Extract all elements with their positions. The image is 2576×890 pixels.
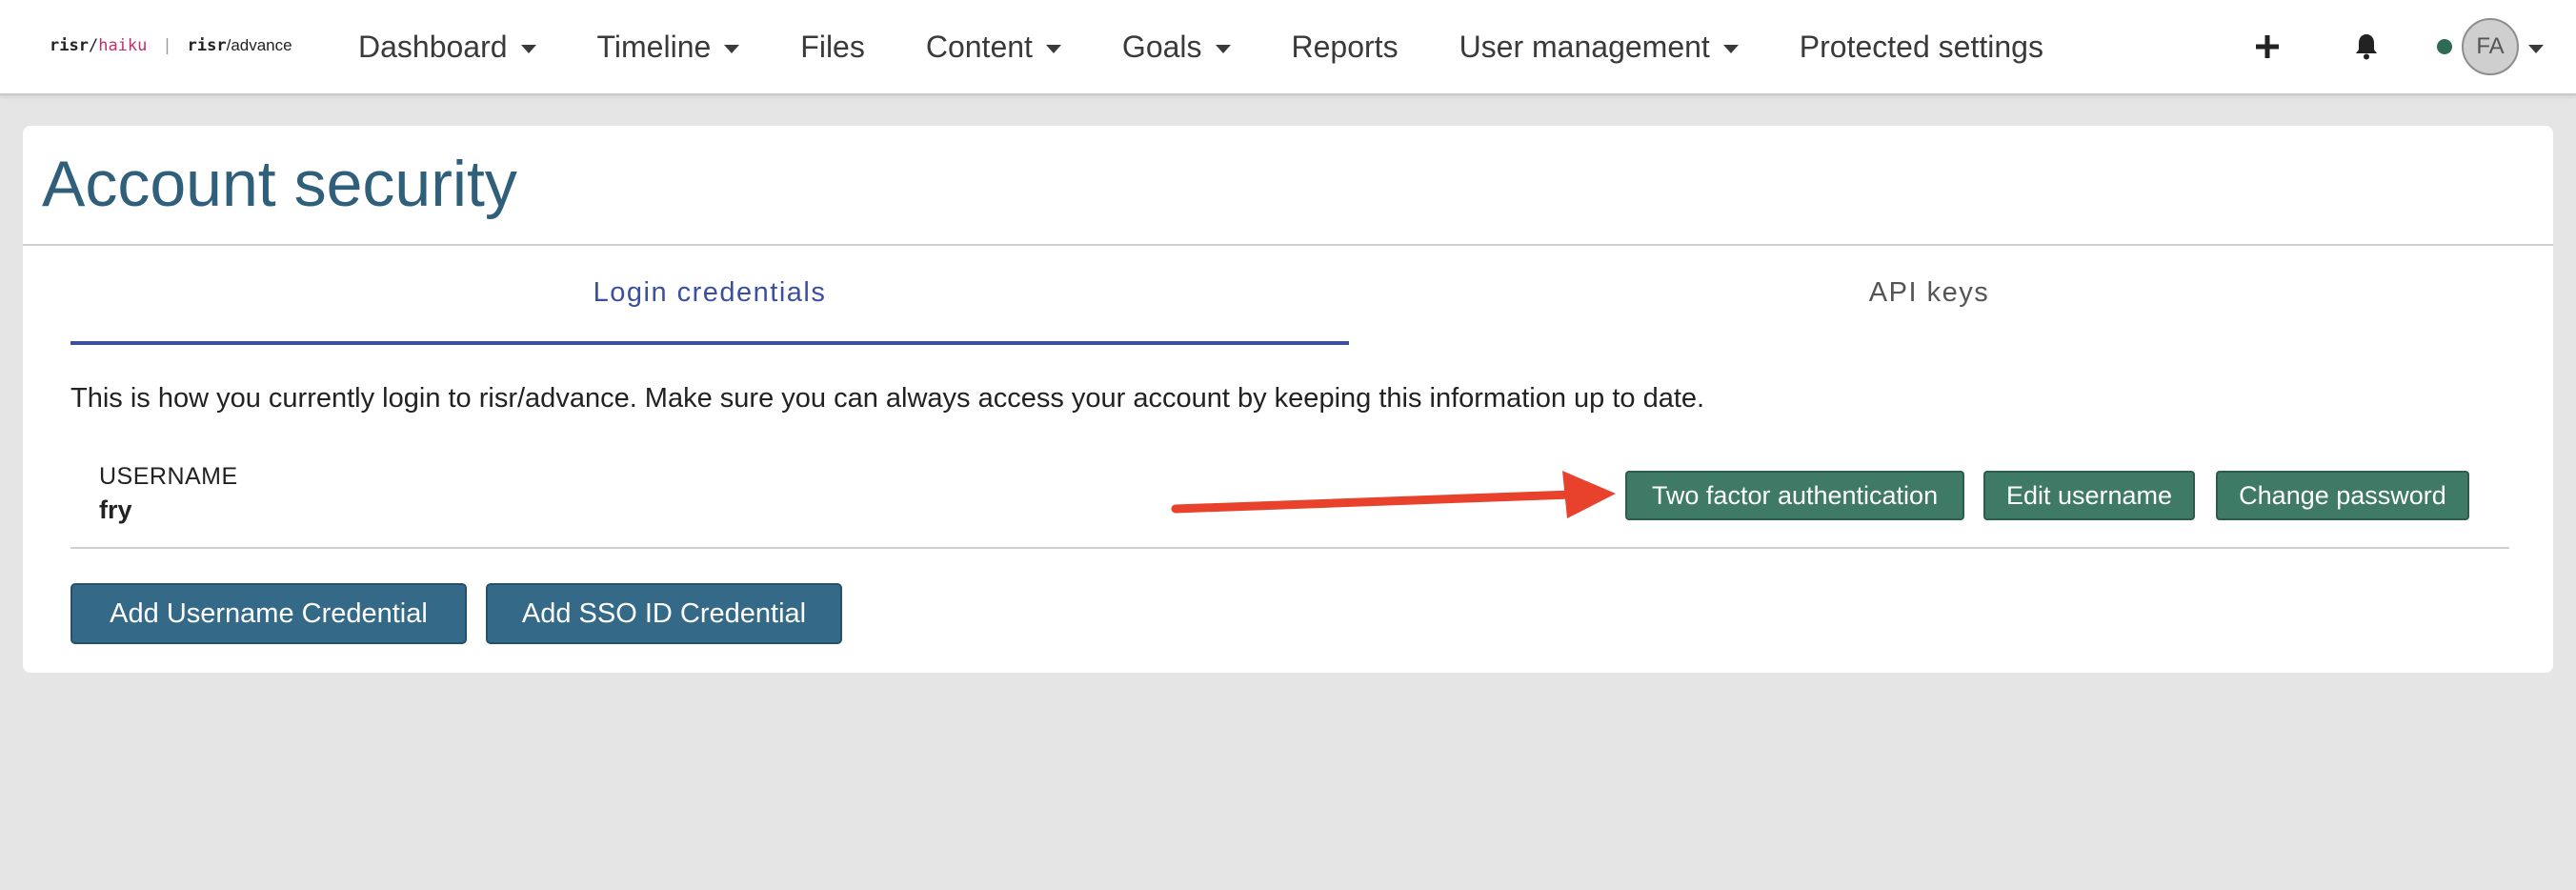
nav-protected-settings[interactable]: Protected settings	[1800, 30, 2043, 65]
credential-label: USERNAME	[99, 463, 238, 490]
caret-down-icon	[724, 44, 740, 53]
logo-risr-1: risr	[50, 36, 89, 55]
page-title: Account security	[42, 148, 517, 220]
nav-label: Reports	[1291, 29, 1399, 64]
nav-label: Goals	[1121, 29, 1202, 64]
nav-user-management[interactable]: User management	[1459, 30, 1739, 65]
bell-icon	[2356, 34, 2377, 60]
add-username-credential-button[interactable]: Add Username Credential	[70, 583, 467, 644]
nav-reports[interactable]: Reports	[1292, 30, 1399, 65]
main-nav: Dashboard Timeline Files Content Goals R…	[358, 0, 2104, 93]
card-header: Account security	[23, 126, 2553, 246]
avatar[interactable]: FA	[2462, 18, 2519, 75]
logo[interactable]: risr / haiku | risr/advance	[50, 32, 292, 59]
logo-slash-1: /	[88, 36, 99, 55]
add-sso-id-credential-button[interactable]: Add SSO ID Credential	[486, 583, 842, 644]
plus-icon	[2256, 35, 2279, 58]
credential-value: fry	[99, 496, 132, 524]
online-status-dot	[2437, 39, 2452, 54]
nav-label: Timeline	[596, 29, 712, 64]
caret-down-icon[interactable]	[2528, 44, 2544, 53]
logo-risr-2: risr	[187, 36, 227, 55]
notifications-button[interactable]	[2347, 0, 2385, 93]
nav-timeline[interactable]: Timeline	[597, 30, 740, 65]
tabs: Login credentials API keys	[70, 244, 2509, 345]
nav-files[interactable]: Files	[800, 30, 865, 65]
avatar-initials: FA	[2476, 33, 2505, 59]
tab-login-credentials[interactable]: Login credentials	[70, 244, 1349, 345]
edit-username-button[interactable]: Edit username	[1983, 471, 2195, 520]
top-navigation-bar: risr / haiku | risr/advance Dashboard Timeli…	[0, 0, 2576, 95]
account-security-card: Account security Login credentials API k…	[23, 126, 2553, 673]
logo-separator: |	[162, 36, 172, 55]
logo-haiku: haiku	[98, 36, 148, 55]
intro-text: This is how you currently login to risr/…	[70, 383, 1705, 414]
logo-advance: /advance	[226, 36, 292, 54]
nav-content[interactable]: Content	[926, 30, 1061, 65]
nav-label: User management	[1459, 29, 1710, 64]
caret-down-icon	[1722, 44, 1739, 53]
tab-label: Login credentials	[593, 276, 827, 308]
nav-label: Files	[800, 29, 865, 64]
tab-label: API keys	[1868, 276, 1990, 308]
nav-dashboard[interactable]: Dashboard	[358, 30, 536, 65]
change-password-button[interactable]: Change password	[2216, 471, 2469, 520]
tab-api-keys[interactable]: API keys	[1349, 244, 2509, 341]
nav-goals[interactable]: Goals	[1122, 30, 1231, 65]
nav-label: Protected settings	[1799, 29, 2043, 64]
nav-label: Dashboard	[358, 29, 508, 64]
two-factor-authentication-button[interactable]: Two factor authentication	[1625, 471, 1964, 520]
add-button[interactable]	[2248, 0, 2286, 93]
nav-label: Content	[925, 29, 1033, 64]
caret-down-icon	[1215, 44, 1231, 53]
user-menu[interactable]: FA	[2437, 0, 2561, 93]
caret-down-icon	[1045, 44, 1061, 53]
caret-down-icon	[520, 44, 536, 53]
